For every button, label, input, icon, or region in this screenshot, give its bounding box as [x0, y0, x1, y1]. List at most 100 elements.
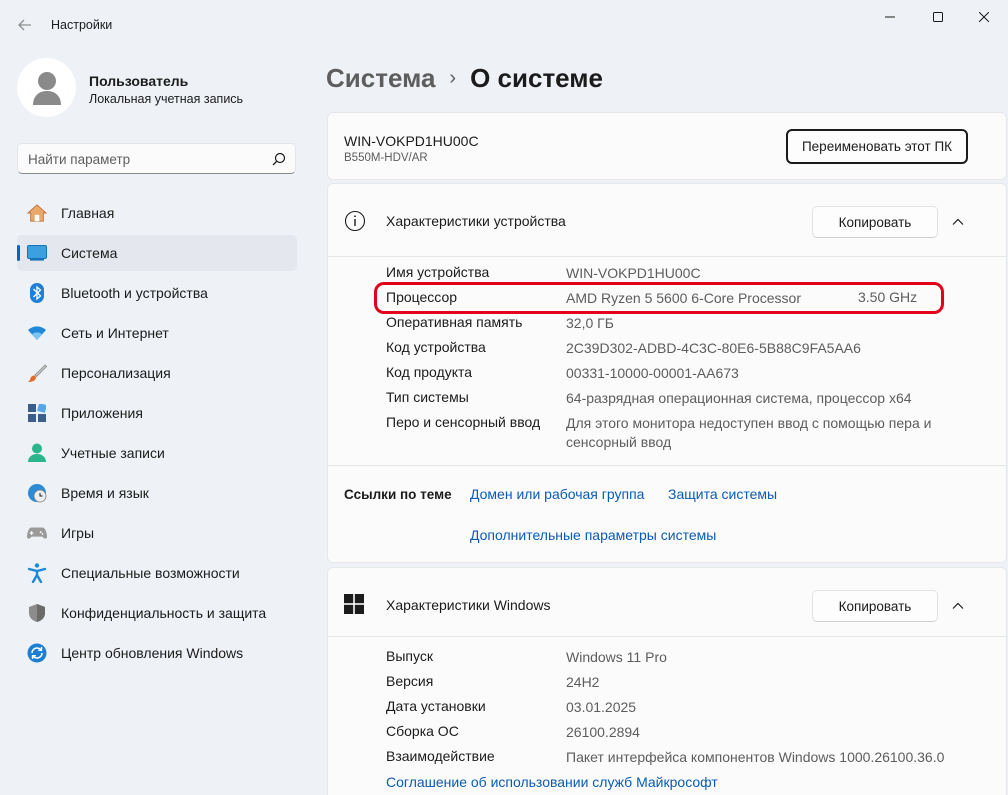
copy-windows-specs-button[interactable]: Копировать — [812, 590, 938, 622]
sidebar-item-privacy[interactable]: Конфиденциальность и защита — [17, 595, 297, 631]
device-specs-card: Характеристики устройства Копировать Имя… — [327, 183, 1007, 563]
arrow-left-icon — [18, 19, 31, 31]
search-input[interactable] — [28, 150, 258, 168]
spec-label: Версия — [386, 673, 434, 689]
gamepad-icon — [27, 523, 47, 543]
spec-value: WIN-VOKPD1HU00C — [566, 265, 701, 281]
spec-row-version: Версия 24H2 — [386, 673, 986, 695]
spec-value: 32,0 ГБ — [566, 315, 614, 331]
divider — [328, 465, 1006, 466]
chevron-up-icon[interactable] — [950, 214, 966, 230]
user-profile[interactable]: Пользователь Локальная учетная запись — [17, 58, 297, 118]
avatar — [17, 58, 76, 117]
spec-row-os-build: Сборка ОС 26100.2894 — [386, 723, 986, 745]
accounts-icon — [27, 443, 47, 463]
sidebar-item-label: Главная — [61, 205, 115, 221]
bluetooth-icon — [27, 283, 47, 303]
brush-icon — [27, 363, 47, 383]
sidebar-item-home[interactable]: Главная — [17, 195, 297, 231]
sidebar-item-label: Приложения — [61, 405, 143, 421]
user-name: Пользователь — [89, 73, 189, 89]
device-specs-title: Характеристики устройства — [386, 213, 566, 229]
spec-value: 2C39D302-ADBD-4C3C-80E6-5B88C9FA5AA6 — [566, 340, 861, 356]
related-links-label: Ссылки по теме — [344, 487, 452, 502]
windows-specs-card: Характеристики Windows Копировать Выпуск… — [327, 567, 1007, 795]
windows-logo-icon — [344, 594, 364, 614]
spec-value: 26100.2894 — [566, 724, 640, 740]
sidebar-item-label: Время и язык — [61, 485, 149, 501]
divider — [328, 636, 1006, 637]
close-button[interactable] — [961, 0, 1007, 34]
spec-label: Перо и сенсорный ввод — [386, 414, 541, 430]
sidebar-item-label: Конфиденциальность и защита — [61, 605, 267, 621]
back-button[interactable] — [12, 12, 38, 38]
spec-value: 24H2 — [566, 674, 600, 690]
breadcrumb-separator-icon: › — [449, 66, 457, 89]
spec-row-experience: Взаимодействие Пакет интерфейса компонен… — [386, 748, 986, 770]
app-title: Настройки — [51, 18, 113, 32]
spec-value: 00331-10000-00001-AA673 — [566, 365, 739, 381]
spec-value: 64-разрядная операционная система, проце… — [566, 390, 912, 406]
sidebar-item-personalization[interactable]: Персонализация — [17, 355, 297, 391]
windows-specs-title: Характеристики Windows — [386, 597, 551, 613]
sidebar-nav: Главная Система Bluetooth и устройства С… — [17, 195, 297, 675]
spec-label: Оперативная память — [386, 314, 523, 330]
spec-row-pen-touch: Перо и сенсорный ввод Для этого монитора… — [386, 414, 986, 454]
pc-name-card: WIN-VOKPD1HU00C B550M-HDV/AR Переименова… — [327, 112, 1007, 180]
minimize-icon — [885, 16, 895, 18]
link-domain-workgroup[interactable]: Домен или рабочая группа — [470, 486, 644, 502]
windows-specs-header[interactable]: Характеристики Windows Копировать — [328, 568, 1008, 640]
search-box[interactable] — [17, 143, 296, 174]
copy-device-specs-button[interactable]: Копировать — [812, 206, 938, 238]
sidebar-item-network[interactable]: Сеть и Интернет — [17, 315, 297, 351]
breadcrumb: Система › О системе — [326, 60, 603, 96]
spec-label: Код устройства — [386, 339, 486, 355]
spec-row-ram: Оперативная память 32,0 ГБ — [386, 314, 986, 336]
system-icon — [27, 243, 47, 263]
sidebar-item-label: Система — [61, 245, 118, 261]
minimize-button[interactable] — [867, 0, 913, 34]
spec-row-device-id: Код устройства 2C39D302-ADBD-4C3C-80E6-5… — [386, 339, 986, 361]
account-type: Локальная учетная запись — [89, 92, 244, 106]
spec-label: Выпуск — [386, 648, 433, 664]
update-icon — [27, 643, 47, 663]
spec-row-install-date: Дата установки 03.01.2025 — [386, 698, 986, 720]
time-language-icon — [27, 483, 47, 503]
sidebar-item-bluetooth[interactable]: Bluetooth и устройства — [17, 275, 297, 311]
spec-label: Имя устройства — [386, 264, 490, 280]
sidebar-item-label: Игры — [61, 525, 95, 541]
processor-highlight — [374, 282, 944, 314]
spec-value: 03.01.2025 — [566, 699, 637, 715]
sidebar-item-label: Bluetooth и устройства — [61, 285, 208, 301]
spec-row-system-type: Тип системы 64-разрядная операционная си… — [386, 389, 986, 411]
sidebar-item-gaming[interactable]: Игры — [17, 515, 297, 551]
sidebar-item-apps[interactable]: Приложения — [17, 395, 297, 431]
sidebar-item-accessibility[interactable]: Специальные возможности — [17, 555, 297, 591]
sidebar-item-label: Специальные возможности — [61, 565, 240, 581]
maximize-button[interactable] — [915, 0, 961, 34]
chevron-up-icon[interactable] — [950, 598, 966, 614]
maximize-icon — [933, 12, 943, 22]
rename-pc-button[interactable]: Переименовать этот ПК — [786, 129, 968, 164]
sidebar-item-label: Персонализация — [61, 365, 171, 381]
sidebar-item-system[interactable]: Система — [17, 235, 297, 271]
search-icon[interactable] — [272, 152, 286, 166]
wifi-icon — [27, 323, 47, 343]
user-icon — [32, 71, 61, 105]
sidebar-item-label: Учетные записи — [61, 445, 165, 461]
link-advanced-system-settings[interactable]: Дополнительные параметры системы — [470, 527, 716, 543]
spec-label: Взаимодействие — [386, 748, 495, 764]
device-specs-header[interactable]: Характеристики устройства Копировать — [328, 184, 1008, 256]
link-system-protection[interactable]: Защита системы — [668, 486, 777, 502]
spec-label: Сборка ОС — [386, 723, 459, 739]
link-microsoft-services-agreement[interactable]: Соглашение об использовании служб Майкро… — [386, 774, 718, 790]
breadcrumb-parent[interactable]: Система — [326, 63, 435, 94]
sidebar-item-time-language[interactable]: Время и язык — [17, 475, 297, 511]
spec-value: Для этого монитора недоступен ввод с пом… — [566, 415, 932, 450]
sidebar-item-label: Сеть и Интернет — [61, 325, 169, 341]
pc-name: WIN-VOKPD1HU00C — [344, 133, 479, 149]
sidebar-item-accounts[interactable]: Учетные записи — [17, 435, 297, 471]
close-icon — [979, 12, 989, 22]
sidebar-item-windows-update[interactable]: Центр обновления Windows — [17, 635, 297, 671]
home-icon — [27, 203, 47, 223]
